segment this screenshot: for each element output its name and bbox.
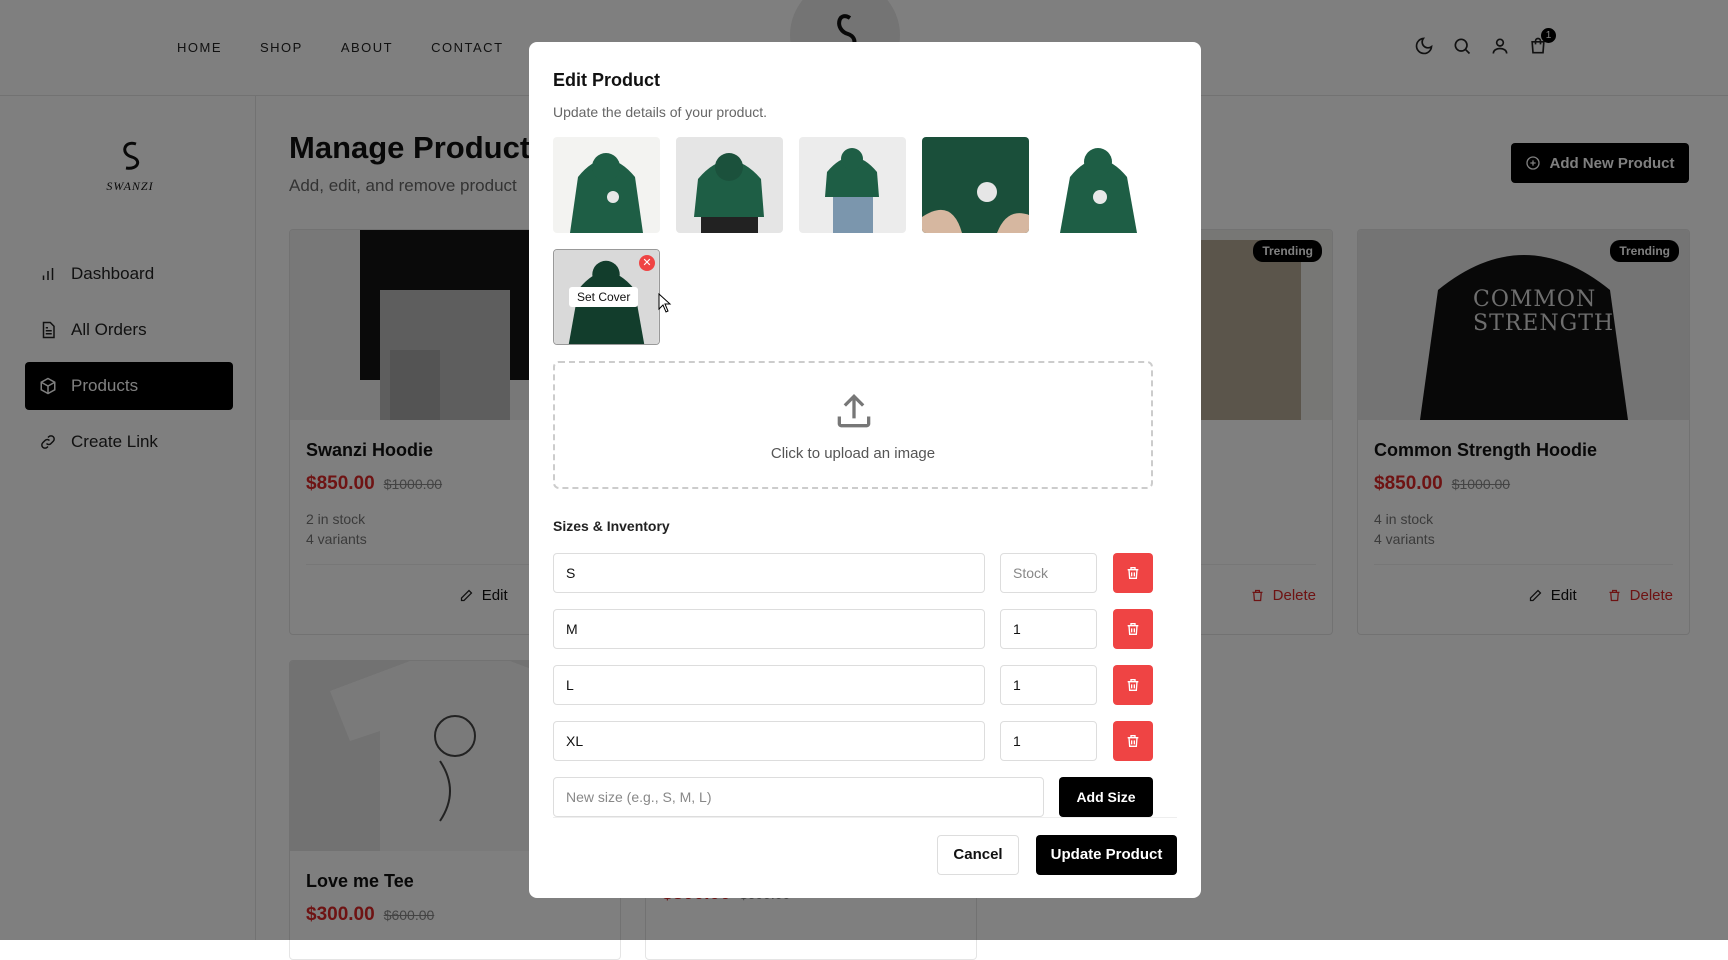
delete-size-button[interactable] bbox=[1113, 721, 1153, 761]
add-size-button[interactable]: Add Size bbox=[1059, 777, 1153, 817]
page: HOME SHOP ABOUT CONTACT 1 bbox=[0, 0, 1728, 960]
product-image-thumbnail[interactable] bbox=[922, 137, 1029, 233]
modal-footer-divider bbox=[553, 817, 1177, 818]
set-cover-button[interactable]: Set Cover bbox=[569, 287, 639, 307]
new-size-input[interactable]: New size (e.g., S, M, L) bbox=[553, 777, 1044, 817]
product-image-thumbnail[interactable] bbox=[676, 137, 783, 233]
size-name-input[interactable]: XL bbox=[553, 721, 985, 761]
stock-input[interactable]: 1 bbox=[1000, 721, 1097, 761]
upload-instruction: Click to upload an image bbox=[770, 445, 936, 462]
trash-icon bbox=[1127, 623, 1139, 635]
image-upload-dropzone[interactable]: Click to upload an image bbox=[553, 361, 1153, 489]
update-product-button[interactable]: Update Product bbox=[1036, 835, 1177, 875]
edit-product-modal: Edit Product Update the details of your … bbox=[529, 42, 1201, 898]
modal-subtitle: Update the details of your product. bbox=[553, 104, 768, 120]
size-name-input[interactable]: M bbox=[553, 609, 985, 649]
upload-icon bbox=[837, 393, 871, 428]
product-image-thumbnail[interactable]: Set Cover ✕ bbox=[553, 249, 660, 345]
delete-size-button[interactable] bbox=[1113, 553, 1153, 593]
trash-icon bbox=[1127, 679, 1139, 691]
product-image-thumbnail[interactable] bbox=[1045, 137, 1152, 233]
remove-image-button[interactable]: ✕ bbox=[639, 255, 655, 271]
sizes-inventory-heading: Sizes & Inventory bbox=[553, 518, 670, 534]
cancel-button[interactable]: Cancel bbox=[937, 835, 1019, 875]
modal-title: Edit Product bbox=[553, 70, 660, 90]
product-image-thumbnail[interactable] bbox=[553, 137, 660, 233]
stock-input[interactable]: 1 bbox=[1000, 609, 1097, 649]
stock-input[interactable]: Stock bbox=[1000, 553, 1097, 593]
trash-icon bbox=[1127, 735, 1139, 747]
trash-icon bbox=[1127, 567, 1139, 579]
size-name-input[interactable]: S bbox=[553, 553, 985, 593]
delete-size-button[interactable] bbox=[1113, 609, 1153, 649]
delete-size-button[interactable] bbox=[1113, 665, 1153, 705]
product-image-thumbnail[interactable] bbox=[799, 137, 906, 233]
stock-input[interactable]: 1 bbox=[1000, 665, 1097, 705]
mouse-cursor-icon bbox=[658, 292, 672, 318]
size-name-input[interactable]: L bbox=[553, 665, 985, 705]
